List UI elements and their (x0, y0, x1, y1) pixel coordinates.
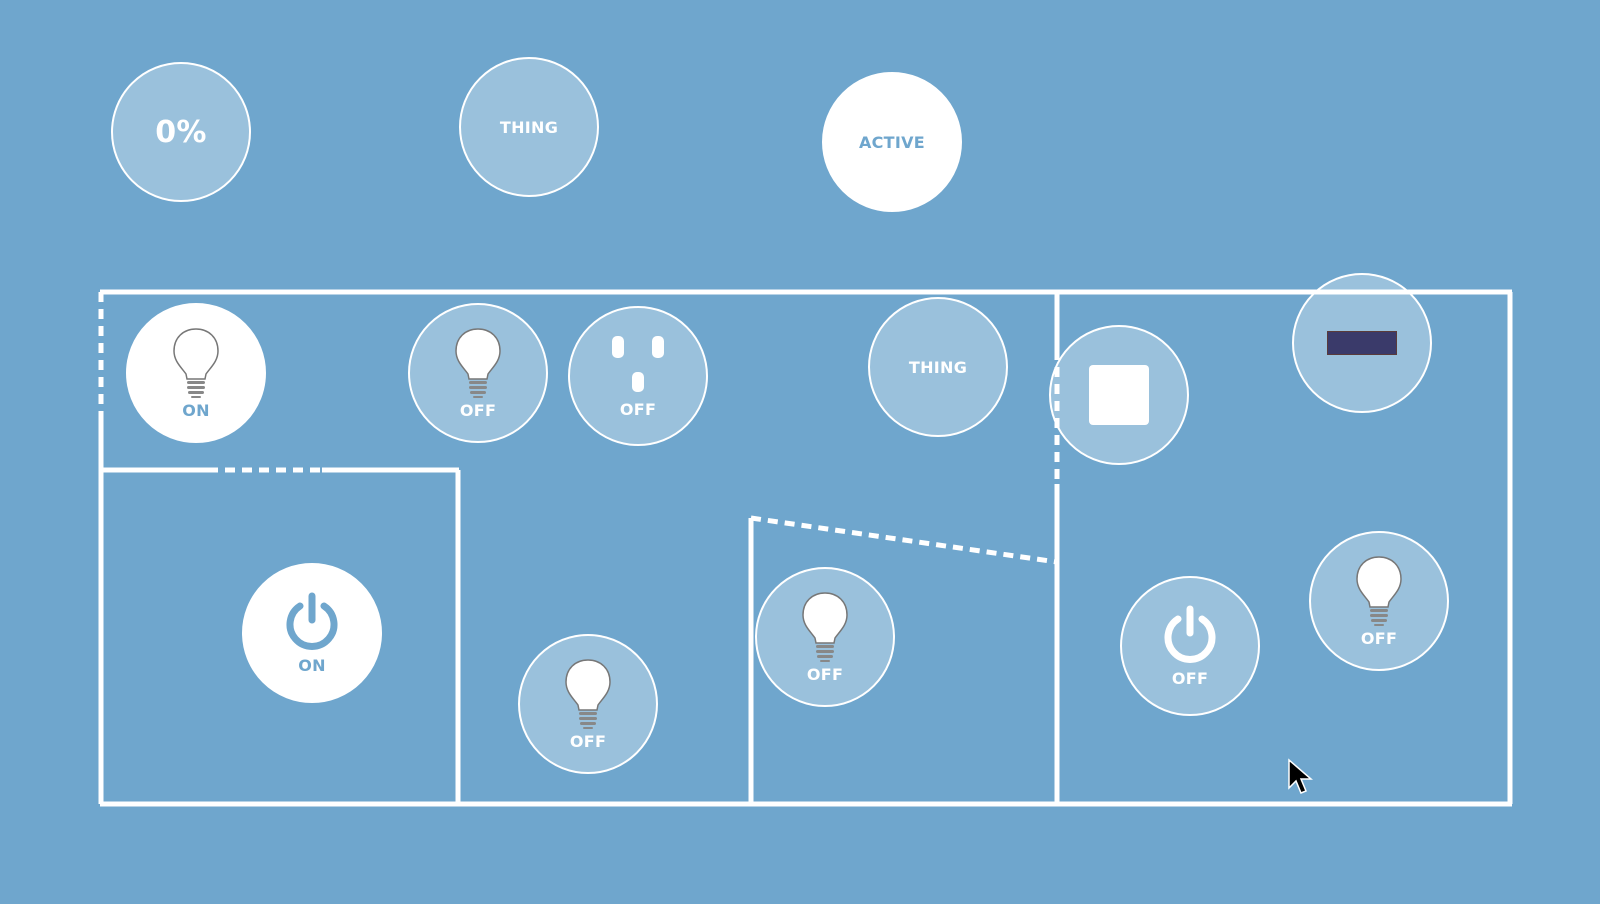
power-icon (1160, 605, 1220, 665)
thing-label: THING (908, 357, 968, 377)
light-tile-3[interactable]: OFF (518, 634, 658, 774)
light-state-label: OFF (806, 664, 844, 684)
outlet-icon (610, 334, 666, 394)
door-room3-diagonal (750, 515, 1058, 565)
thing-label: THING (499, 117, 559, 137)
power-icon (282, 592, 342, 652)
light-tile-5[interactable]: OFF (1309, 531, 1449, 671)
lightbulb-icon (1355, 555, 1403, 627)
light-state-label: OFF (1360, 628, 1398, 648)
outlet-state-label: OFF (619, 399, 657, 419)
power-state-label: ON (298, 655, 326, 675)
media-thumbnail-icon (1327, 331, 1397, 355)
lightbulb-icon (564, 658, 612, 730)
mouse-cursor-icon (1288, 758, 1313, 794)
thing-tile-room[interactable]: THING (868, 297, 1008, 437)
power-state-label: OFF (1171, 668, 1209, 688)
percent-label: 0% (155, 114, 207, 150)
power-tile-2[interactable]: OFF (1120, 576, 1260, 716)
percent-tile[interactable]: 0% (111, 62, 251, 202)
smart-home-dashboard: 0% THING ACTIVE ON OFF OFF THING ON OFF … (0, 0, 1600, 904)
lightbulb-icon (801, 591, 849, 663)
thing-tile-top[interactable]: THING (459, 57, 599, 197)
light-tile-2[interactable]: OFF (408, 303, 548, 443)
stop-square-icon (1089, 365, 1149, 425)
lightbulb-icon (454, 327, 502, 399)
light-state-label: OFF (459, 400, 497, 420)
media-tile[interactable] (1292, 273, 1432, 413)
stop-tile[interactable] (1049, 325, 1189, 465)
light-state-label: OFF (569, 731, 607, 751)
lightbulb-icon (172, 327, 220, 399)
light-tile-1[interactable]: ON (126, 303, 266, 443)
power-tile-1[interactable]: ON (242, 563, 382, 703)
light-state-label: ON (182, 400, 210, 420)
light-tile-4[interactable]: OFF (755, 567, 895, 707)
active-tile[interactable]: ACTIVE (822, 72, 962, 212)
outlet-tile[interactable]: OFF (568, 306, 708, 446)
active-label: ACTIVE (858, 132, 926, 152)
